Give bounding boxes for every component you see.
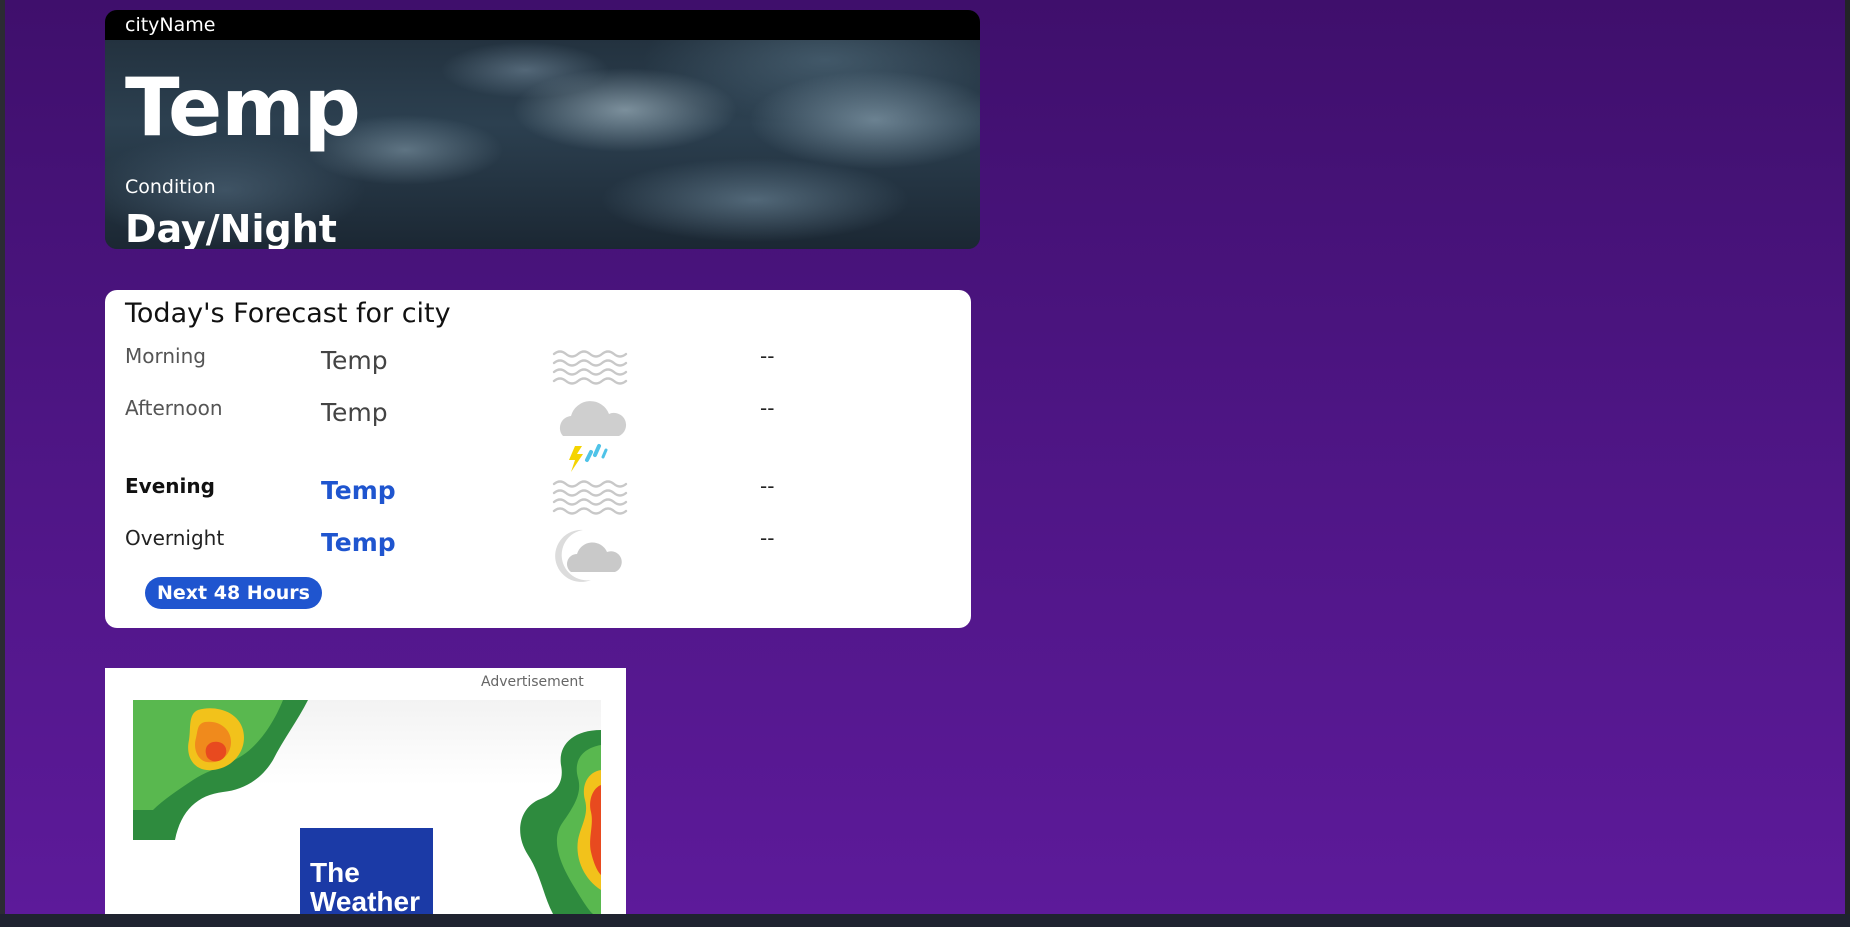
- period-temperature: Temp: [321, 398, 388, 427]
- radar-map-image: The Weather: [133, 700, 601, 914]
- advertisement-label: Advertisement: [481, 674, 584, 690]
- period-label: Morning: [125, 344, 206, 368]
- window-edge: [1845, 0, 1850, 927]
- period-temperature: Temp: [321, 476, 396, 505]
- todays-forecast-card: Today's Forecast for city Morning Temp -…: [105, 290, 971, 628]
- current-conditions-card: cityName Temp Condition Day/Night: [105, 10, 980, 249]
- fog-icon: [552, 480, 628, 515]
- forecast-row-morning: Morning Temp --: [105, 344, 971, 404]
- period-temperature: Temp: [321, 346, 388, 375]
- period-label: Evening: [125, 474, 215, 498]
- precip-value: --: [760, 474, 775, 498]
- taskbar-edge: [0, 914, 1850, 927]
- current-condition: Condition: [125, 176, 216, 198]
- forecast-row-evening: Evening Temp --: [105, 474, 971, 534]
- period-label: Overnight: [125, 526, 225, 550]
- period-label: Afternoon: [125, 396, 223, 420]
- current-temperature: Temp: [125, 61, 361, 154]
- precip-value: --: [760, 526, 775, 550]
- advertisement[interactable]: Advertisement The Weather: [105, 668, 626, 914]
- city-name: cityName: [105, 10, 980, 40]
- weather-channel-logo: The Weather: [300, 828, 433, 914]
- period-temperature: Temp: [321, 528, 396, 557]
- precip-value: --: [760, 396, 775, 420]
- next-48-hours-button[interactable]: Next 48 Hours: [145, 577, 322, 609]
- day-night-indicator: Day/Night: [125, 207, 337, 249]
- thunderstorm-icon: [559, 401, 627, 472]
- precip-value: --: [760, 344, 775, 368]
- app-background: cityName Temp Condition Day/Night Today'…: [5, 0, 1845, 914]
- cloudy-night-icon: [555, 529, 622, 582]
- forecast-row-afternoon: Afternoon Temp --: [105, 396, 971, 472]
- fog-icon: [552, 350, 628, 385]
- forecast-title: Today's Forecast for city: [125, 298, 451, 329]
